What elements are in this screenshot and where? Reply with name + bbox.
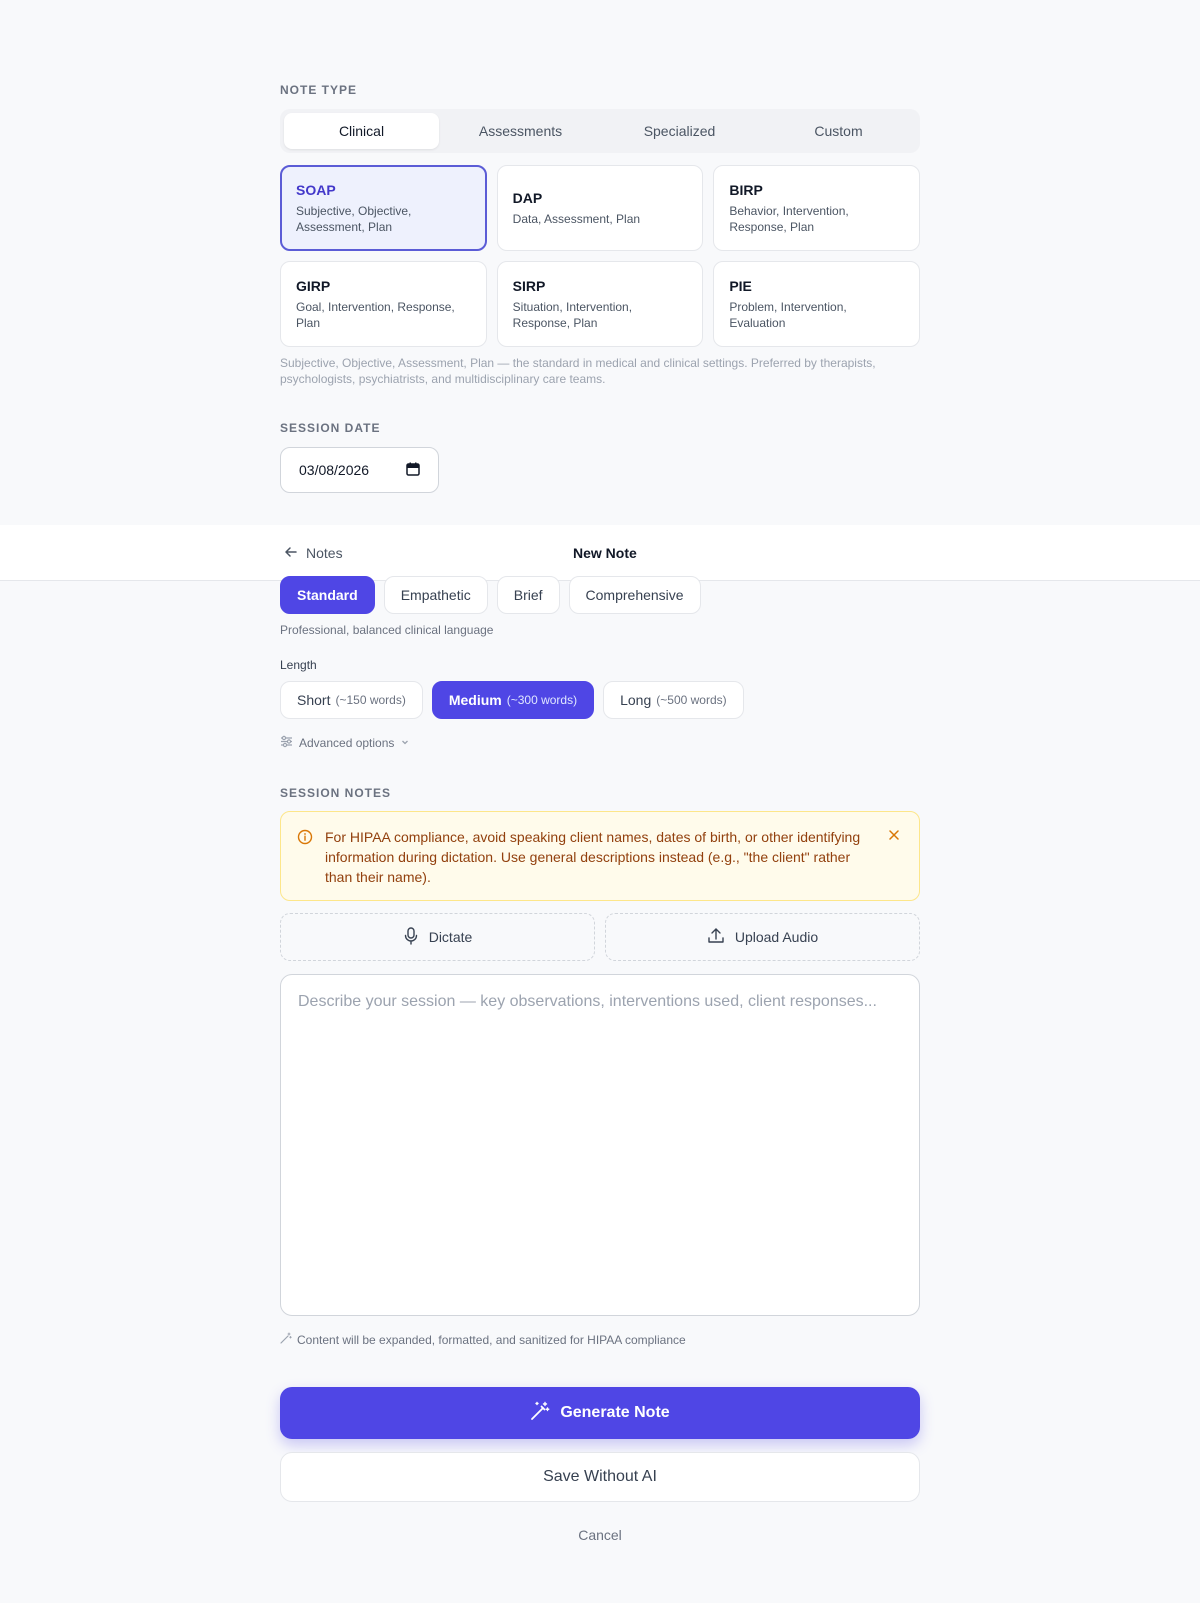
length-long-button[interactable]: Long (~500 words): [603, 681, 744, 719]
length-option-label: Medium: [448, 692, 502, 708]
microphone-icon: [403, 926, 419, 948]
card-desc: Situation, Intervention, Response, Plan: [512, 299, 633, 330]
hipaa-alert-message: For HIPAA compliance, avoid speaking cli…: [325, 829, 861, 885]
length-medium-button[interactable]: Medium (~300 words): [431, 681, 595, 719]
card-name: SIRP: [512, 277, 546, 294]
audio-actions: Dictate Upload Audio: [280, 913, 920, 961]
sliders-icon: [280, 735, 293, 751]
page-title: New Note: [573, 545, 637, 561]
card-desc: Problem, Intervention, Evaluation: [729, 299, 847, 330]
note-type-tabs: Clinical Assessments Specialized Custom: [280, 109, 920, 153]
magic-wand-icon: [530, 1401, 550, 1426]
tab-specialized[interactable]: Specialized: [602, 113, 757, 149]
card-desc: Subjective, Objective, Assessment, Plan: [296, 203, 412, 234]
length-option-sub: (~150 words): [335, 693, 406, 707]
length-short-button[interactable]: Short (~150 words): [280, 681, 423, 719]
ai-hint: Content will be expanded, formatted, and…: [280, 1332, 686, 1347]
generate-note-label: Generate Note: [560, 1404, 670, 1421]
ai-hint-text: Content will be expanded, formatted, and…: [297, 1332, 686, 1347]
note-type-card-soap[interactable]: SOAP Subjective, Objective, Assessment, …: [280, 165, 487, 251]
back-label: Notes: [306, 545, 343, 561]
note-type-card-birp[interactable]: BIRP Behavior, Intervention, Response, P…: [713, 165, 920, 251]
generate-note-button[interactable]: Generate Note: [280, 1387, 920, 1439]
card-name: BIRP: [729, 181, 763, 198]
save-without-ai-button[interactable]: Save Without AI: [280, 1452, 920, 1502]
note-type-cards: SOAP Subjective, Objective, Assessment, …: [280, 165, 920, 347]
top-bar: Notes New Note: [0, 525, 1200, 581]
length-option-sub: (~500 words): [656, 693, 727, 707]
tab-custom[interactable]: Custom: [761, 113, 916, 149]
session-notes-textarea[interactable]: Describe your session — key observations…: [280, 974, 920, 1316]
note-type-card-pie[interactable]: PIE Problem, Intervention, Evaluation: [713, 261, 920, 347]
length-option-label: Short: [297, 692, 331, 708]
dictate-label: Dictate: [428, 929, 473, 945]
note-type-help: Subjective, Objective, Assessment, Plan …: [280, 356, 876, 386]
upload-icon: [707, 927, 725, 948]
card-desc: Goal, Intervention, Response, Plan: [296, 299, 455, 330]
cancel-button[interactable]: Cancel: [0, 1527, 1200, 1543]
session-notes-label: SESSION NOTES: [280, 786, 392, 800]
note-type-card-dap[interactable]: DAP Data, Assessment, Plan: [496, 165, 704, 251]
length-label: Length: [280, 658, 317, 672]
tone-standard-button[interactable]: Standard: [280, 576, 375, 614]
tone-comprehensive-button[interactable]: Comprehensive: [568, 576, 701, 614]
tab-clinical[interactable]: Clinical: [284, 113, 439, 149]
length-options: Short (~150 words) Medium (~300 words) L…: [280, 681, 744, 719]
upload-audio-button[interactable]: Upload Audio: [605, 913, 920, 961]
session-date-value: 03/08/2026: [299, 462, 370, 478]
magic-wand-icon: [280, 1332, 292, 1347]
card-name: GIRP: [296, 277, 331, 294]
card-desc: Data, Assessment, Plan: [512, 211, 641, 226]
note-type-card-girp[interactable]: GIRP Goal, Intervention, Response, Plan: [280, 261, 487, 347]
upload-audio-label: Upload Audio: [734, 929, 819, 945]
card-desc: Behavior, Intervention, Response, Plan: [729, 203, 849, 234]
card-name: SOAP: [296, 181, 336, 198]
card-name: DAP: [512, 189, 543, 206]
calendar-icon[interactable]: [406, 462, 420, 479]
length-option-sub: (~300 words): [506, 693, 578, 707]
session-date-label: SESSION DATE: [280, 421, 381, 435]
dictate-button[interactable]: Dictate: [280, 913, 595, 961]
card-name: PIE: [729, 277, 752, 294]
chevron-down-icon: [400, 736, 410, 750]
tone-description: Professional, balanced clinical language: [280, 623, 494, 637]
note-type-label: NOTE TYPE: [280, 83, 358, 97]
close-icon[interactable]: [887, 828, 901, 847]
note-type-card-sirp[interactable]: SIRP Situation, Intervention, Response, …: [496, 261, 704, 347]
tone-empathetic-button[interactable]: Empathetic: [383, 576, 488, 614]
back-to-notes-link[interactable]: Notes: [284, 525, 343, 581]
hipaa-alert: For HIPAA compliance, avoid speaking cli…: [280, 811, 920, 901]
textarea-placeholder: Describe your session — key observations…: [298, 993, 877, 1010]
info-icon: [297, 829, 313, 885]
length-option-label: Long: [620, 692, 652, 708]
tone-brief-button[interactable]: Brief: [496, 576, 560, 614]
advanced-options-label: Advanced options: [299, 736, 395, 750]
advanced-options-toggle[interactable]: Advanced options: [280, 735, 410, 751]
tone-options: Standard Empathetic Brief Comprehensive: [280, 576, 701, 614]
tab-assessments[interactable]: Assessments: [443, 113, 598, 149]
arrow-left-icon: [284, 545, 298, 562]
session-date-input[interactable]: 03/08/2026: [280, 447, 439, 493]
